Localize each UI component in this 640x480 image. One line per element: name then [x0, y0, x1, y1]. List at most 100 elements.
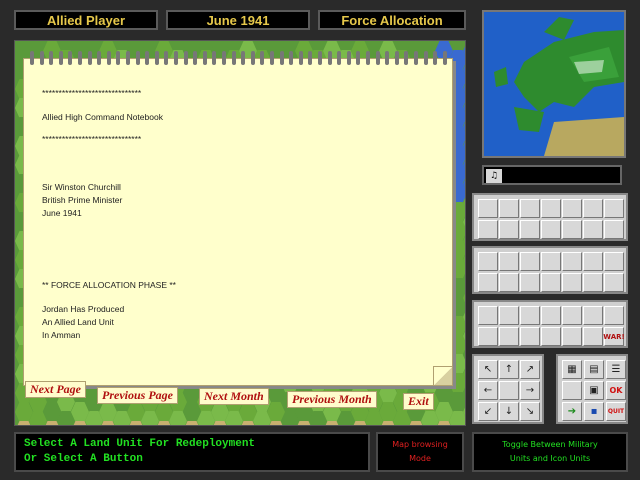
notebook-stars-top: ****************************** — [42, 88, 142, 98]
blank-button-1[interactable] — [562, 381, 582, 400]
arrow-nw-icon[interactable]: ↖ — [478, 360, 498, 379]
notebook-ring — [279, 51, 284, 65]
tab-next-month[interactable]: Next Month — [199, 388, 269, 405]
sub-icon[interactable] — [562, 199, 582, 218]
war-button[interactable]: WAR! — [603, 327, 625, 346]
arrow-sw-icon[interactable]: ↙ — [478, 402, 498, 421]
hint-line-1: Toggle Between Military — [502, 440, 598, 449]
notebook-ring — [385, 51, 390, 65]
p2-button[interactable] — [499, 273, 519, 292]
flag-icon[interactable] — [583, 327, 603, 346]
fort-icon[interactable] — [541, 199, 561, 218]
pen-icon[interactable] — [604, 306, 624, 325]
blank-icon[interactable] — [541, 327, 561, 346]
blank-icon[interactable] — [604, 252, 624, 271]
p2-button[interactable] — [583, 273, 603, 292]
edit-icon[interactable] — [541, 306, 561, 325]
tab-exit[interactable]: Exit — [403, 393, 434, 410]
notebook-author-role: British Prime Minister — [42, 195, 123, 205]
page-curl — [433, 366, 452, 385]
notebook-ring — [97, 51, 102, 65]
status-line-2: Or Select A Button — [24, 453, 143, 465]
notebook-ring — [212, 51, 217, 65]
notebook-ring — [87, 51, 92, 65]
blank-icon[interactable] — [499, 252, 519, 271]
window-icon[interactable] — [583, 220, 603, 239]
p2-button[interactable] — [478, 273, 498, 292]
flag-icon[interactable] — [520, 220, 540, 239]
command-notebook: ****************************** Allied Hi… — [23, 51, 453, 386]
p2-button[interactable] — [541, 273, 561, 292]
p2-button[interactable] — [604, 273, 624, 292]
radar-icon[interactable] — [520, 252, 540, 271]
mountain-icon[interactable] — [499, 220, 519, 239]
grid-icon-button[interactable]: ▣ — [584, 381, 604, 400]
blank-icon[interactable] — [562, 220, 582, 239]
chain-icon[interactable] — [562, 306, 582, 325]
p2-button[interactable] — [520, 273, 540, 292]
hex-map[interactable]: ****************************** Allied Hi… — [14, 40, 466, 426]
carrier-icon[interactable] — [583, 199, 603, 218]
truck-icon[interactable] — [478, 220, 498, 239]
cross-icon[interactable] — [541, 220, 561, 239]
notebook-ring — [183, 51, 188, 65]
notebook-ring — [298, 51, 303, 65]
sort-field[interactable]: ♫ — [482, 165, 622, 185]
date-label: June 1941 — [166, 10, 310, 30]
sort-icon[interactable] — [562, 327, 582, 346]
plane-icon[interactable] — [499, 199, 519, 218]
mode-line-1: Map browsing — [392, 440, 448, 449]
quit-button[interactable]: QUIT — [606, 402, 626, 421]
arrow-e-icon[interactable]: → — [520, 381, 540, 400]
arrow-ne-icon[interactable]: ↗ — [520, 360, 540, 379]
notebook-ring — [202, 51, 207, 65]
ok-button[interactable]: OK — [606, 381, 626, 400]
notebook-ring — [404, 51, 409, 65]
notebook-ring — [231, 51, 236, 65]
blank-icon[interactable] — [541, 252, 561, 271]
arrow-w-icon[interactable]: ← — [478, 381, 498, 400]
notebook-ring — [423, 51, 428, 65]
notebook-ring — [250, 51, 255, 65]
list-icon[interactable] — [604, 220, 624, 239]
notebook-ring — [308, 51, 313, 65]
ship-icon[interactable] — [520, 199, 540, 218]
notebook-ring — [78, 51, 82, 65]
arrow-n-icon[interactable]: ↑ — [499, 360, 519, 379]
soldier-icon[interactable] — [478, 327, 498, 346]
notebook-ring — [270, 51, 274, 65]
p2-button[interactable] — [562, 273, 582, 292]
military-icon-button[interactable]: ▦ — [562, 360, 582, 379]
tab-next-page[interactable]: Next Page — [25, 381, 86, 398]
action-panel: WAR! — [472, 300, 628, 348]
notebook-ring — [58, 51, 63, 65]
supply-icon[interactable] — [499, 327, 519, 346]
notebook-ring — [375, 51, 380, 65]
arrow-right-icon[interactable]: ➔ — [562, 402, 582, 421]
sort-icon[interactable]: ♫ — [486, 169, 502, 183]
save-icon[interactable] — [478, 306, 498, 325]
europe-minimap[interactable] — [482, 10, 626, 158]
truck-icon[interactable] — [583, 306, 603, 325]
factory-icon[interactable] — [604, 199, 624, 218]
tab-previous-month[interactable]: Previous Month — [287, 391, 377, 408]
notebook-ring — [116, 51, 121, 65]
blank-icon[interactable] — [583, 252, 603, 271]
tab-previous-page[interactable]: Previous Page — [97, 387, 178, 404]
move-icon[interactable] — [478, 252, 498, 271]
help-icon[interactable] — [499, 306, 519, 325]
toggle-icon-button[interactable]: ☰ — [606, 360, 626, 379]
notebook-message-3: In Amman — [42, 330, 81, 340]
doc-icon[interactable] — [520, 306, 540, 325]
tank-icon[interactable] — [478, 199, 498, 218]
arrow-se-icon[interactable]: ↘ — [520, 402, 540, 421]
center-icon[interactable] — [499, 381, 519, 400]
blank-icon[interactable] — [562, 252, 582, 271]
notebook-ring — [366, 51, 370, 65]
arrow-s-icon[interactable]: ↓ — [499, 402, 519, 421]
disk-icon[interactable]: ▪ — [584, 402, 604, 421]
notebook-ring — [135, 51, 140, 65]
notebook-message-1: Jordan Has Produced — [42, 304, 125, 314]
notebook-icon-button[interactable]: ▤ — [584, 360, 604, 379]
slash-icon[interactable] — [520, 327, 540, 346]
